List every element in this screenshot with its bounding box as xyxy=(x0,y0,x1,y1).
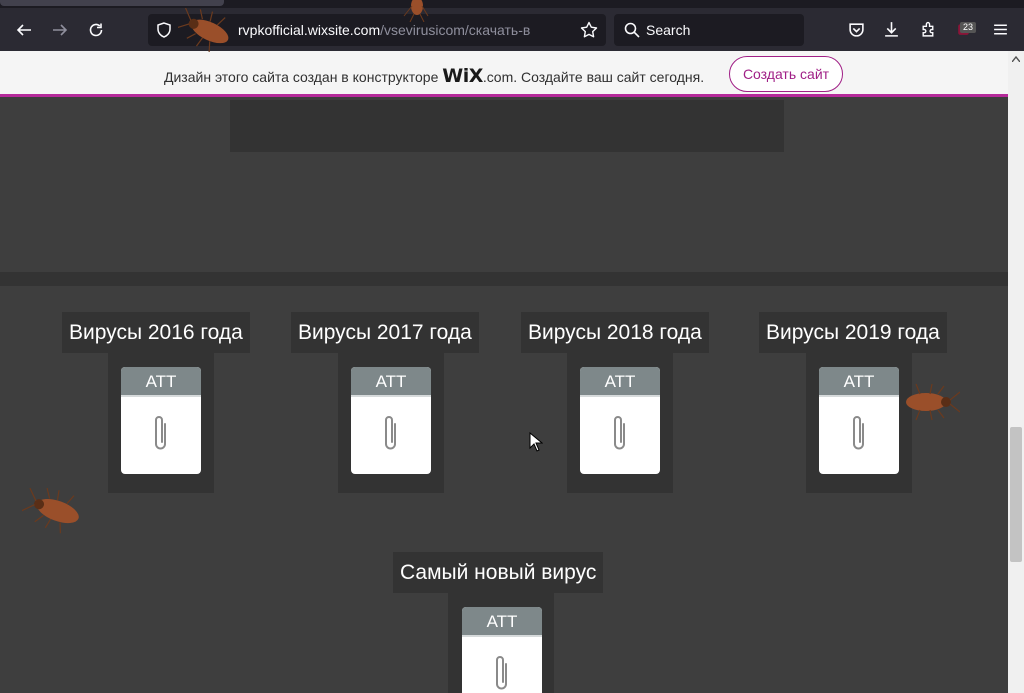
forward-button[interactable] xyxy=(46,16,74,44)
active-tab[interactable] xyxy=(0,0,224,6)
attachment-label: ATT xyxy=(121,367,201,397)
paperclip-icon xyxy=(155,416,166,450)
search-box[interactable] xyxy=(614,14,804,46)
downloads-button[interactable] xyxy=(880,18,902,40)
create-site-button[interactable]: Создать сайт xyxy=(729,56,843,92)
back-icon xyxy=(16,24,31,36)
menu-button[interactable] xyxy=(989,18,1011,40)
cockroach-icon xyxy=(403,0,429,22)
wix-promo-banner: Дизайн этого сайта создан в конструкторе… xyxy=(0,51,1008,97)
addon-badge: 23 xyxy=(960,22,976,33)
top-placeholder-block xyxy=(230,100,784,152)
page-scrollbar[interactable] xyxy=(1008,51,1024,693)
paperclip-icon xyxy=(496,656,507,690)
card-title: Вирусы 2019 года xyxy=(759,312,947,353)
search-input[interactable] xyxy=(646,20,796,40)
back-button[interactable] xyxy=(10,16,38,44)
mouse-cursor-icon xyxy=(529,432,543,452)
wix-banner-text: Дизайн этого сайта создан в конструкторе… xyxy=(164,65,704,87)
attachment-file[interactable]: ATT xyxy=(462,607,542,693)
extensions-button[interactable] xyxy=(917,18,939,40)
browser-toolbar: rvpkofficial.wixsite.com/vsevirusicom/ск… xyxy=(0,8,1024,51)
card-title: Самый новый вирус xyxy=(393,552,604,593)
card-title: Вирусы 2018 года xyxy=(521,312,709,353)
attachment-file[interactable]: ATT xyxy=(580,367,660,474)
reload-button[interactable] xyxy=(82,16,110,44)
section-divider xyxy=(0,272,1008,286)
banner-text-before: Дизайн этого сайта создан в конструкторе xyxy=(164,69,443,85)
pocket-button[interactable] xyxy=(845,18,867,40)
search-icon xyxy=(624,22,640,38)
paperclip-icon xyxy=(853,416,864,450)
extensions-icon xyxy=(921,21,933,37)
paperclip-icon xyxy=(385,416,396,450)
attachment-label: ATT xyxy=(580,367,660,397)
cockroach-icon xyxy=(906,383,960,421)
shield-icon[interactable] xyxy=(156,22,172,38)
scrollbar-thumb[interactable] xyxy=(1010,427,1022,562)
wix-logo: WiX xyxy=(442,65,483,87)
attachment-file[interactable]: ATT xyxy=(819,367,899,474)
forward-icon xyxy=(53,24,68,36)
attachment-label: ATT xyxy=(351,367,431,397)
scroll-up-arrow-icon[interactable] xyxy=(1012,56,1020,62)
cockroach-icon xyxy=(22,487,79,534)
download-icon xyxy=(884,21,898,37)
attachment-label: ATT xyxy=(462,607,542,637)
card-title: Вирусы 2016 года xyxy=(62,312,250,353)
banner-text-after: .com. Создайте ваш сайт сегодня. xyxy=(482,69,705,85)
page-content: Вирусы 2016 года ATT Вирусы 2017 года AT… xyxy=(0,100,1008,693)
paperclip-icon xyxy=(614,416,625,450)
attachment-file[interactable]: ATT xyxy=(351,367,431,474)
attachment-file[interactable]: ATT xyxy=(121,367,201,474)
pocket-icon xyxy=(848,22,864,37)
tab-strip xyxy=(0,0,1024,8)
url-text[interactable]: rvpkofficial.wixsite.com/vsevirusicom/ск… xyxy=(238,22,572,38)
star-icon[interactable] xyxy=(580,21,598,39)
card-title: Вирусы 2017 года xyxy=(291,312,479,353)
attachment-label: ATT xyxy=(819,367,899,397)
reload-icon xyxy=(89,23,103,37)
menu-icon xyxy=(993,23,1007,35)
cockroach-icon xyxy=(178,8,229,53)
